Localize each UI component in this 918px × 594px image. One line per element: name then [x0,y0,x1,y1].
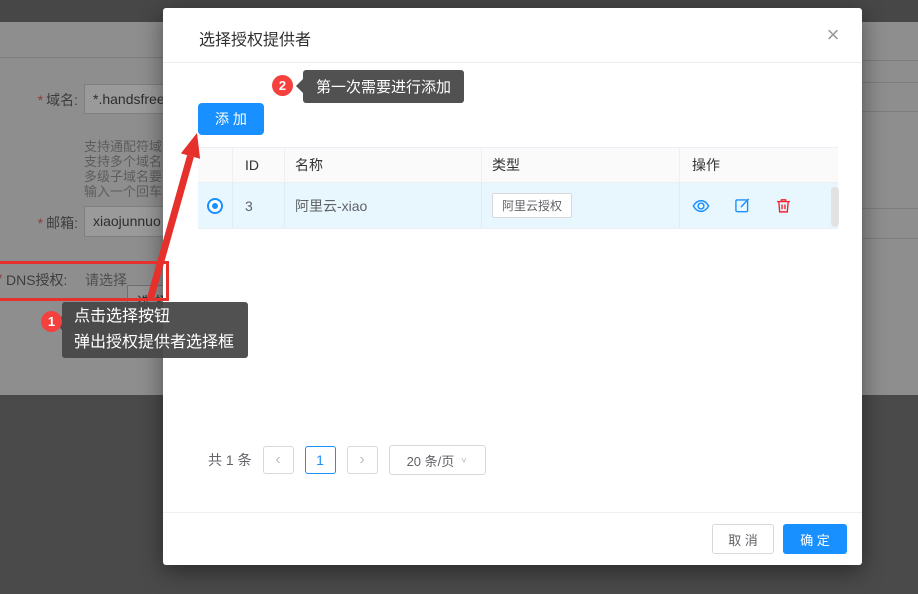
email-label: *邮箱: [0,213,78,233]
close-icon[interactable]: × [818,20,848,50]
domain-input[interactable]: *.handsfree [84,84,174,114]
chevron-down-icon: ∨ [460,456,467,465]
required-asterisk: * [38,92,43,108]
cell-type: 阿里云授权 [482,183,680,228]
header-action: 操作 [680,148,838,182]
pagination-total: 共 1 条 [208,450,252,470]
page-size-value: 20 条/页 [407,451,455,470]
domain-hint-line: 多级子域名要分 [84,169,175,184]
step-2-text: 第一次需要进行添加 [316,76,451,97]
cancel-button[interactable]: 取 消 [712,524,774,554]
cell-id: 3 [233,183,285,228]
domain-hint-line: 支持多个域名、 [84,154,175,169]
step-2-badge: 2 [272,75,293,96]
cell-actions [680,183,838,228]
screen: *域名: *.handsfree 支持通配符域名 支持多个域名、 多级子域名要分… [0,0,918,594]
step-2-tooltip: 第一次需要进行添加 [303,70,464,103]
email-input[interactable]: xiaojunnuo [84,206,174,237]
modal-header: 选择授权提供者 × [163,8,862,63]
domain-hint-line: 输入一个回车之 [84,184,175,199]
delete-icon[interactable] [775,197,792,214]
header-id: ID [233,148,285,182]
provider-table: ID 名称 类型 操作 3 阿里云-xiao 阿里云授权 [198,147,838,229]
radio-selected-icon[interactable] [207,198,223,214]
domain-hints: 支持通配符域名 支持多个域名、 多级子域名要分 输入一个回车之 [84,139,175,199]
select-provider-modal: 选择授权提供者 × 添 加 ID 名称 类型 操作 3 阿里云-xiao 阿里云… [163,8,862,565]
table-row[interactable]: 3 阿里云-xiao 阿里云授权 [198,183,838,229]
step-1-badge: 1 [41,311,62,332]
annotation-highlight-box [0,261,169,301]
step-1-text-line1: 点击选择按钮 [74,304,236,330]
domain-label: *域名: [0,90,78,110]
background-divider [862,208,918,209]
background-divider [862,111,918,112]
header-select-column [198,148,233,182]
view-icon[interactable] [692,197,710,215]
domain-hint-line: 支持通配符域名 [84,139,175,154]
type-tag: 阿里云授权 [492,193,572,218]
step-1-tooltip: 点击选择按钮 弹出授权提供者选择框 [62,302,248,358]
current-page-button[interactable]: 1 [305,446,336,474]
modal-title: 选择授权提供者 [199,26,311,50]
tooltip-pointer [296,79,303,93]
header-type: 类型 [482,148,680,182]
background-divider [0,57,163,58]
next-page-button[interactable]: › [347,446,378,474]
confirm-button[interactable]: 确 定 [783,524,847,554]
modal-footer: 取 消 确 定 [163,512,862,565]
background-divider [862,60,918,61]
step-1-text-line2: 弹出授权提供者选择框 [74,330,236,356]
header-name: 名称 [285,148,482,182]
add-button[interactable]: 添 加 [198,103,264,135]
table-header-row: ID 名称 类型 操作 [198,148,838,183]
cell-name: 阿里云-xiao [285,183,482,228]
table-scrollbar-thumb[interactable] [831,187,839,227]
background-divider [862,82,918,83]
background-divider [862,238,918,239]
pagination: 共 1 条 ‹ 1 › 20 条/页 ∨ [208,445,486,475]
edit-icon[interactable] [734,197,751,214]
required-asterisk: * [38,215,43,231]
prev-page-button[interactable]: ‹ [263,446,294,474]
page-size-select[interactable]: 20 条/页 ∨ [389,445,486,475]
